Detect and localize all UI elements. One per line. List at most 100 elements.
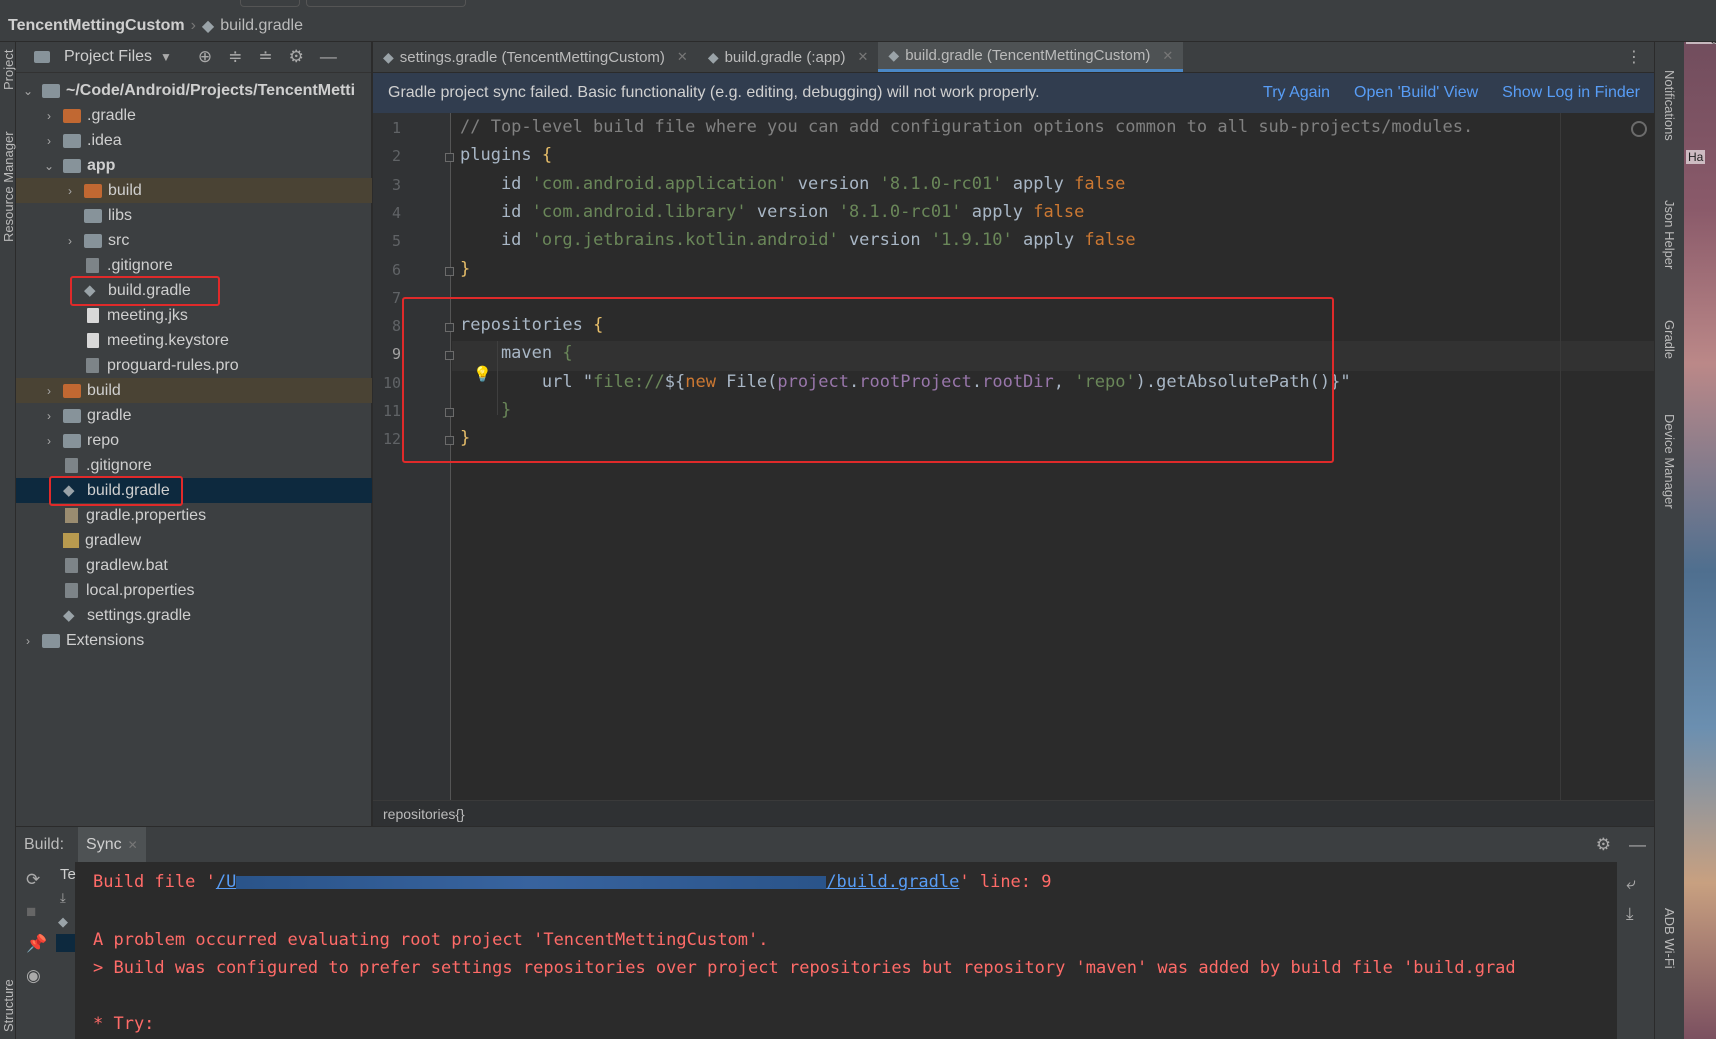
refresh-icon[interactable]: ⟳: [26, 870, 40, 890]
build-tree[interactable]: Te ⤓ ◆: [56, 862, 76, 1039]
structure-tool-tab[interactable]: Structure: [1, 979, 16, 1032]
close-icon[interactable]: ✕: [677, 49, 688, 65]
tab-sync[interactable]: Sync ✕: [78, 826, 146, 863]
tree-item[interactable]: › Extensions: [16, 628, 372, 653]
code-editor[interactable]: 1 2 3 4 5 6 7 8 9 10 11 12 // Top-level build file …: [373, 113, 1654, 800]
show-log-in-finder-link[interactable]: Show Log in Finder: [1502, 84, 1640, 102]
tree-item[interactable]: local.properties: [16, 578, 372, 603]
tree-item[interactable]: meeting.keystore: [16, 328, 372, 353]
tree-item[interactable]: › build: [16, 378, 372, 403]
try-again-link[interactable]: Try Again: [1263, 84, 1330, 102]
chevron-right-icon[interactable]: ›: [43, 434, 55, 448]
code-token: false: [1074, 173, 1126, 194]
close-icon[interactable]: ✕: [1162, 48, 1173, 64]
breadcrumb-file[interactable]: build.gradle: [220, 17, 303, 35]
right-margin-guide: [1560, 113, 1561, 800]
excluded-folder-icon: [84, 183, 102, 198]
expand-all-icon[interactable]: ≑: [228, 47, 242, 67]
chevron-right-icon[interactable]: ›: [43, 384, 55, 398]
code-line: id 'org.jetbrains.kotlin.android' versio…: [460, 230, 1136, 250]
tree-item-label: settings.gradle: [87, 606, 192, 624]
chevron-down-icon[interactable]: ⌄: [22, 84, 34, 98]
scroll-to-end-icon[interactable]: ⤓: [1626, 904, 1634, 924]
close-icon[interactable]: ✕: [858, 49, 869, 65]
tree-item[interactable]: › .gradle: [16, 103, 372, 128]
editor-tab-label: build.gradle (TencentMettingCustom): [905, 47, 1151, 64]
tree-item[interactable]: › gradle: [16, 403, 372, 428]
file-icon: [87, 333, 99, 348]
fold-marker-icon[interactable]: [445, 266, 454, 276]
close-icon[interactable]: ✕: [128, 838, 138, 852]
tree-item[interactable]: ⌄ app: [16, 153, 372, 178]
tree-item[interactable]: proguard-rules.pro: [16, 353, 372, 378]
excluded-folder-icon: [63, 108, 81, 123]
line-number: 6: [391, 260, 401, 279]
adb-wifi-tool-tab[interactable]: ADB Wi-Fi: [1662, 908, 1677, 969]
pin-icon[interactable]: 📌: [26, 934, 47, 954]
inspection-status-icon[interactable]: [1631, 121, 1647, 137]
tree-item[interactable]: .gitignore: [16, 253, 372, 278]
folder-icon: [42, 633, 60, 648]
editor-breadcrumb[interactable]: repositories{}: [373, 800, 1654, 826]
tree-item[interactable]: gradlew.bat: [16, 553, 372, 578]
project-tool-tab[interactable]: Project: [1, 50, 16, 90]
editor-tab[interactable]: ◆ build.gradle (:app) ✕: [698, 42, 879, 72]
tree-item[interactable]: › repo: [16, 428, 372, 453]
link-text-start: /U: [215, 872, 237, 892]
tree-item[interactable]: › src: [16, 228, 372, 253]
tree-item[interactable]: gradlew: [16, 528, 372, 553]
minimize-icon[interactable]: —: [320, 47, 337, 67]
gear-icon[interactable]: ⚙: [1596, 835, 1611, 855]
build-output[interactable]: Build file '/U/build.gradle' line: 9 A p…: [77, 862, 1617, 1039]
file-icon: [87, 308, 99, 323]
open-build-view-link[interactable]: Open 'Build' View: [1354, 84, 1478, 102]
chevron-right-icon[interactable]: ›: [43, 109, 55, 123]
chevron-right-icon[interactable]: ›: [64, 234, 76, 248]
left-tool-strip: Project Resource Manager Structure: [0, 42, 16, 1039]
chevron-right-icon[interactable]: ›: [43, 409, 55, 423]
tree-item[interactable]: gradle.properties: [16, 503, 372, 528]
build-file-link[interactable]: /U/build.gradle: [216, 872, 960, 892]
code-token: 'com.android.application': [531, 173, 788, 194]
eye-icon[interactable]: ◉: [26, 966, 41, 986]
minimize-icon[interactable]: —: [1629, 835, 1646, 855]
breadcrumb-project[interactable]: TencentMettingCustom: [8, 17, 185, 35]
gradle-tool-tab[interactable]: Gradle: [1662, 320, 1677, 359]
editor-tab[interactable]: ◆ build.gradle (TencentMettingCustom) ✕: [878, 42, 1184, 72]
editor-tab[interactable]: ◆ settings.gradle (TencentMettingCustom) ✕: [373, 42, 698, 72]
tree-item-label: src: [108, 231, 130, 249]
more-options-icon[interactable]: ⋮: [1614, 42, 1654, 72]
build-tree-item[interactable]: Te: [60, 866, 76, 883]
tree-item[interactable]: ◆ settings.gradle: [16, 603, 372, 628]
text-file-icon: [65, 558, 78, 573]
module-folder-icon: [63, 158, 81, 173]
tree-item[interactable]: › build: [16, 178, 372, 203]
code-token: apply: [961, 201, 1034, 222]
tree-item[interactable]: meeting.jks: [16, 303, 372, 328]
project-view-selector[interactable]: Project Files: [64, 48, 152, 66]
gear-icon[interactable]: ⚙: [289, 47, 304, 67]
chevron-down-icon[interactable]: ⌄: [43, 159, 55, 173]
chevron-right-icon[interactable]: ›: [43, 134, 55, 148]
tree-item[interactable]: .gitignore: [16, 453, 372, 478]
tree-item[interactable]: ⌄ ~/Code/Android/Projects/TencentMetti: [16, 78, 372, 103]
stop-icon[interactable]: ■: [26, 902, 36, 922]
tree-item[interactable]: › .idea: [16, 128, 372, 153]
chevron-right-icon[interactable]: ›: [64, 184, 76, 198]
device-manager-tool-tab[interactable]: Device Manager: [1662, 414, 1677, 509]
notifications-tool-tab[interactable]: Notifications: [1662, 70, 1677, 141]
editor-breadcrumb-label[interactable]: repositories{}: [383, 806, 465, 822]
chevron-down-icon[interactable]: ▼: [160, 50, 172, 64]
line-number: 4: [391, 203, 401, 222]
text-file-icon: [86, 358, 99, 373]
chevron-right-icon[interactable]: ›: [22, 634, 34, 648]
resource-manager-tool-tab[interactable]: Resource Manager: [1, 131, 16, 242]
collapse-all-icon[interactable]: ≐: [258, 47, 272, 67]
folder-icon: [63, 408, 81, 423]
soft-wrap-icon[interactable]: ⤶: [1626, 874, 1636, 894]
line-number: 7: [391, 288, 401, 307]
locate-icon[interactable]: ⊕: [198, 47, 212, 67]
json-helper-tool-tab[interactable]: Json Helper: [1662, 200, 1677, 269]
fold-marker-icon[interactable]: [445, 153, 454, 163]
tree-item[interactable]: libs: [16, 203, 372, 228]
